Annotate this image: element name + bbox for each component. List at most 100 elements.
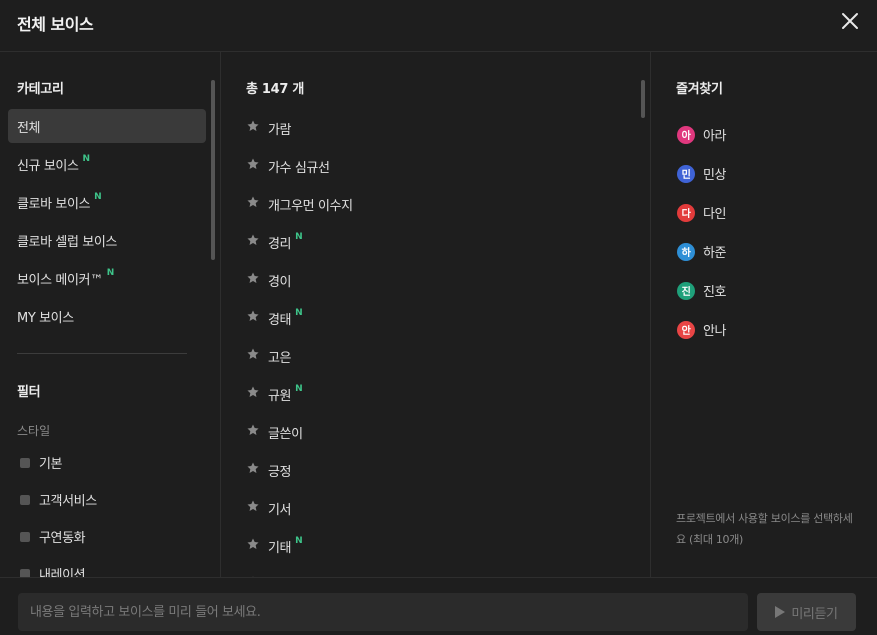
- close-icon[interactable]: [838, 9, 862, 33]
- play-icon: [775, 606, 786, 618]
- modal-header: 전체 보이스: [0, 0, 877, 52]
- voice-item[interactable]: 긍정: [246, 451, 626, 489]
- voice-item[interactable]: 경리 N: [246, 223, 626, 261]
- voice-item[interactable]: 기현: [246, 565, 626, 577]
- avatar: 아: [677, 125, 695, 144]
- favorite-name: 아라: [703, 129, 727, 144]
- voice-name: 개그우먼 이수지: [268, 198, 353, 214]
- filter-option[interactable]: 기본: [20, 444, 97, 481]
- filter-list: 기본고객서비스구연동화내레이션: [20, 444, 97, 577]
- voice-item[interactable]: 규원 N: [246, 375, 626, 413]
- avatar: 다: [677, 203, 695, 222]
- checkbox[interactable]: [20, 568, 30, 577]
- category-list: 전체 신규 보이스 N 클로바 보이스 N 클로바 셀럽 보이스 보이스 메이커™ N MY 보…: [8, 109, 206, 337]
- new-badge: N: [295, 232, 303, 242]
- filter-title: 필터: [17, 385, 41, 400]
- star-icon[interactable]: [246, 423, 268, 441]
- favorites-title: 즐겨찾기: [676, 82, 723, 97]
- voice-item[interactable]: 가람: [246, 109, 626, 147]
- divider: [17, 353, 187, 354]
- voice-name: 기서: [268, 502, 292, 518]
- star-icon[interactable]: [246, 195, 268, 213]
- favorite-item[interactable]: 진 진호: [677, 271, 727, 310]
- filter-option-label: 구연동화: [39, 531, 86, 546]
- voice-item[interactable]: 경태 N: [246, 299, 626, 337]
- category-item-label: 보이스 메이커™: [17, 272, 103, 288]
- voice-item[interactable]: 기서: [246, 489, 626, 527]
- category-panel: 카테고리 전체 신규 보이스 N 클로바 보이스 N 클로바 셀럽 보이스 보이스 메이커™…: [0, 52, 221, 577]
- preview-button[interactable]: 미리듣기: [757, 593, 856, 631]
- star-icon[interactable]: [246, 119, 268, 137]
- new-badge: N: [295, 536, 303, 546]
- preview-button-label: 미리듣기: [791, 606, 838, 622]
- voice-name: 경태: [268, 312, 292, 328]
- favorite-name: 진호: [703, 285, 727, 300]
- voice-name: 글쓴이: [268, 426, 303, 442]
- voice-name: 긍정: [268, 464, 292, 480]
- star-icon[interactable]: [246, 385, 268, 403]
- star-icon[interactable]: [246, 347, 268, 365]
- star-icon[interactable]: [246, 157, 268, 175]
- favorite-name: 안나: [703, 324, 727, 339]
- avatar: 민: [677, 164, 695, 183]
- star-icon[interactable]: [246, 537, 268, 555]
- category-item-label: 클로바 셀럽 보이스: [17, 234, 117, 250]
- new-badge: N: [295, 384, 303, 394]
- voice-name: 고은: [268, 350, 292, 366]
- new-badge: N: [94, 192, 102, 202]
- style-label: 스타일: [17, 424, 51, 438]
- checkbox[interactable]: [20, 531, 30, 542]
- favorite-name: 민상: [703, 168, 727, 183]
- favorite-item[interactable]: 하 하준: [677, 232, 727, 271]
- favorite-name: 다인: [703, 207, 727, 222]
- filter-option-label: 내레이션: [39, 568, 86, 577]
- voice-name: 기태: [268, 540, 292, 556]
- filter-option[interactable]: 내레이션: [20, 555, 97, 577]
- star-icon[interactable]: [246, 499, 268, 517]
- category-item[interactable]: 클로바 셀럽 보이스: [8, 223, 206, 257]
- voice-list: 가람가수 심규선개그우먼 이수지경리N경이경태N고은규원N글쓴이긍정기서기태N기…: [246, 109, 626, 577]
- filter-option[interactable]: 구연동화: [20, 518, 97, 555]
- category-item[interactable]: 보이스 메이커™ N: [8, 261, 206, 295]
- category-item-label: 클로바 보이스: [17, 196, 91, 212]
- voice-name: 규원: [268, 388, 292, 404]
- favorite-item[interactable]: 안 안나: [677, 310, 727, 349]
- filter-option-label: 기본: [39, 457, 63, 472]
- favorites-list: 아 아라민 민상다 다인하 하준진 진호안 안나: [677, 115, 727, 349]
- favorite-item[interactable]: 민 민상: [677, 154, 727, 193]
- favorites-panel: 즐겨찾기 아 아라민 민상다 다인하 하준진 진호안 안나 프로젝트에서 사용할 보이스를 …: [652, 52, 877, 577]
- voice-item[interactable]: 기태 N: [246, 527, 626, 565]
- voice-scrollbar[interactable]: [641, 80, 645, 118]
- preview-bar: 미리듣기: [0, 577, 877, 635]
- star-icon[interactable]: [246, 461, 268, 479]
- filter-option-label: 고객서비스: [39, 494, 97, 509]
- voice-item[interactable]: 고은: [246, 337, 626, 375]
- star-icon[interactable]: [246, 309, 268, 327]
- category-item[interactable]: 클로바 보이스 N: [8, 185, 206, 219]
- category-item[interactable]: MY 보이스: [8, 299, 206, 333]
- checkbox[interactable]: [20, 494, 30, 505]
- avatar: 안: [677, 320, 695, 339]
- category-item[interactable]: 전체: [8, 109, 206, 143]
- favorites-hint: 프로젝트에서 사용할 보이스를 선택하세요 (최대 10개): [676, 512, 853, 546]
- voice-name: 경이: [268, 274, 292, 290]
- voice-item[interactable]: 가수 심규선: [246, 147, 626, 185]
- favorite-name: 하준: [703, 246, 727, 261]
- voice-item[interactable]: 경이: [246, 261, 626, 299]
- category-item-label: 신규 보이스: [17, 158, 79, 174]
- avatar: 진: [677, 281, 695, 300]
- voice-item[interactable]: 개그우먼 이수지: [246, 185, 626, 223]
- voice-count: 총 147 개: [246, 82, 305, 97]
- category-scrollbar[interactable]: [211, 80, 215, 260]
- voice-item[interactable]: 글쓴이: [246, 413, 626, 451]
- checkbox[interactable]: [20, 457, 30, 468]
- preview-text-input[interactable]: [18, 593, 748, 631]
- voice-name: 경리: [268, 236, 292, 252]
- favorite-item[interactable]: 다 다인: [677, 193, 727, 232]
- star-icon[interactable]: [246, 271, 268, 289]
- category-item[interactable]: 신규 보이스 N: [8, 147, 206, 181]
- filter-option[interactable]: 고객서비스: [20, 481, 97, 518]
- favorite-item[interactable]: 아 아라: [677, 115, 727, 154]
- star-icon[interactable]: [246, 233, 268, 251]
- voice-name: 가수 심규선: [268, 160, 330, 176]
